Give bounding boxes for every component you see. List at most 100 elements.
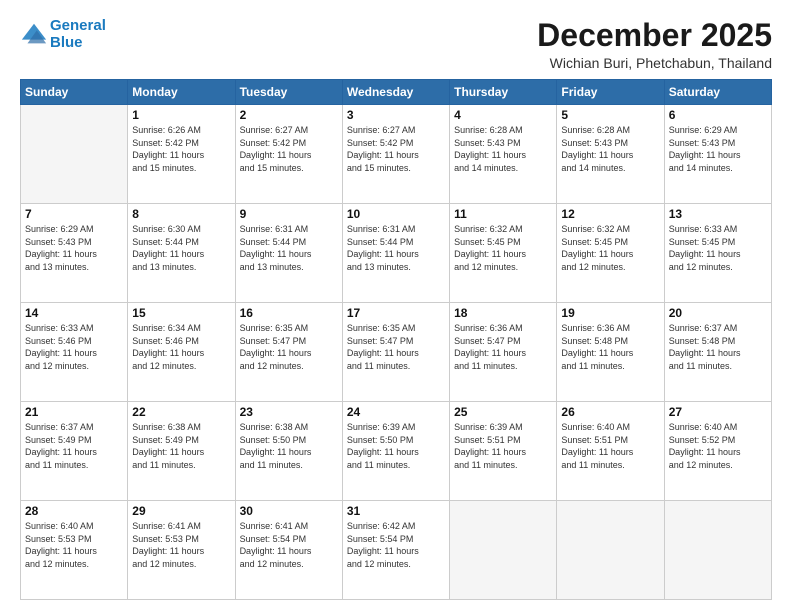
calendar-cell: 11Sunrise: 6:32 AM Sunset: 5:45 PM Dayli…: [450, 204, 557, 303]
calendar-cell: 27Sunrise: 6:40 AM Sunset: 5:52 PM Dayli…: [664, 402, 771, 501]
day-info: Sunrise: 6:33 AM Sunset: 5:45 PM Dayligh…: [669, 223, 767, 273]
day-info: Sunrise: 6:32 AM Sunset: 5:45 PM Dayligh…: [561, 223, 659, 273]
day-info: Sunrise: 6:39 AM Sunset: 5:51 PM Dayligh…: [454, 421, 552, 471]
day-number: 28: [25, 504, 123, 518]
calendar-cell: 18 Sunrise: 6:36 AM Sunset: 5:47 PM Dayli…: [450, 303, 557, 402]
calendar-cell: 21 Sunrise: 6:37 AM Sunset: 5:49 PM Dayli…: [21, 402, 128, 501]
day-number: 26: [561, 405, 659, 419]
day-info: Sunrise: 6:27 AM Sunset: 5:42 PM Dayligh…: [240, 124, 338, 174]
day-number: 25: [454, 405, 552, 419]
day-info: Sunrise: 6:26 AM Sunset: 5:42 PM Dayligh…: [132, 124, 230, 174]
day-number: 8: [132, 207, 230, 221]
day-number: 9: [240, 207, 338, 221]
day-info: Sunrise: 6:38 AM Sunset: 5:50 PM Dayligh…: [240, 421, 338, 471]
day-number: 13: [669, 207, 767, 221]
day-number: 4: [454, 108, 552, 122]
day-number: 7: [25, 207, 123, 221]
calendar-cell: [450, 501, 557, 600]
day-number: 24: [347, 405, 445, 419]
day-info: Sunrise: 6:29 AM Sunset: 5:43 PM Dayligh…: [25, 223, 123, 273]
day-number: 19: [561, 306, 659, 320]
calendar-cell: 24Sunrise: 6:39 AM Sunset: 5:50 PM Dayli…: [342, 402, 449, 501]
calendar-cell: 12 Sunrise: 6:32 AM Sunset: 5:45 PM Dayli…: [557, 204, 664, 303]
calendar-cell: 15 Sunrise: 6:34 AM Sunset: 5:46 PM Dayli…: [128, 303, 235, 402]
day-info: Sunrise: 6:30 AM Sunset: 5:44 PM Dayligh…: [132, 223, 230, 273]
calendar-cell: 22 Sunrise: 6:38 AM Sunset: 5:49 PM Dayli…: [128, 402, 235, 501]
day-number: 18: [454, 306, 552, 320]
day-info: Sunrise: 6:28 AM Sunset: 5:43 PM Dayligh…: [454, 124, 552, 174]
calendar-cell: 31 Sunrise: 6:42 AM Sunset: 5:54 PM Dayli…: [342, 501, 449, 600]
day-info: Sunrise: 6:41 AM Sunset: 5:53 PM Dayligh…: [132, 520, 230, 570]
day-number: 14: [25, 306, 123, 320]
day-info: Sunrise: 6:33 AM Sunset: 5:46 PM Dayligh…: [25, 322, 123, 372]
day-of-week-header: Friday: [557, 80, 664, 105]
logo-general: General: [50, 17, 106, 34]
day-info: Sunrise: 6:38 AM Sunset: 5:49 PM Dayligh…: [132, 421, 230, 471]
calendar-cell: 3Sunrise: 6:27 AM Sunset: 5:42 PM Daylig…: [342, 105, 449, 204]
day-info: Sunrise: 6:35 AM Sunset: 5:47 PM Dayligh…: [240, 322, 338, 372]
day-number: 11: [454, 207, 552, 221]
day-info: Sunrise: 6:41 AM Sunset: 5:54 PM Dayligh…: [240, 520, 338, 570]
title-block: December 2025 Wichian Buri, Phetchabun, …: [537, 18, 772, 71]
day-of-week-header: Sunday: [21, 80, 128, 105]
calendar-cell: [664, 501, 771, 600]
day-info: Sunrise: 6:36 AM Sunset: 5:47 PM Dayligh…: [454, 322, 552, 372]
calendar: SundayMondayTuesdayWednesdayThursdayFrid…: [20, 79, 772, 600]
day-of-week-header: Monday: [128, 80, 235, 105]
day-of-week-header: Saturday: [664, 80, 771, 105]
day-info: Sunrise: 6:42 AM Sunset: 5:54 PM Dayligh…: [347, 520, 445, 570]
calendar-cell: 9 Sunrise: 6:31 AM Sunset: 5:44 PM Daylig…: [235, 204, 342, 303]
day-info: Sunrise: 6:37 AM Sunset: 5:49 PM Dayligh…: [25, 421, 123, 471]
logo: General Blue: [20, 18, 106, 51]
calendar-cell: 25 Sunrise: 6:39 AM Sunset: 5:51 PM Dayli…: [450, 402, 557, 501]
calendar-cell: 20Sunrise: 6:37 AM Sunset: 5:48 PM Dayli…: [664, 303, 771, 402]
day-of-week-header: Wednesday: [342, 80, 449, 105]
calendar-cell: [21, 105, 128, 204]
day-number: 21: [25, 405, 123, 419]
calendar-cell: 2 Sunrise: 6:27 AM Sunset: 5:42 PM Daylig…: [235, 105, 342, 204]
calendar-cell: 10Sunrise: 6:31 AM Sunset: 5:44 PM Dayli…: [342, 204, 449, 303]
day-info: Sunrise: 6:28 AM Sunset: 5:43 PM Dayligh…: [561, 124, 659, 174]
calendar-week-row: 7 Sunrise: 6:29 AM Sunset: 5:43 PM Daylig…: [21, 204, 772, 303]
day-info: Sunrise: 6:27 AM Sunset: 5:42 PM Dayligh…: [347, 124, 445, 174]
calendar-cell: 19Sunrise: 6:36 AM Sunset: 5:48 PM Dayli…: [557, 303, 664, 402]
day-number: 12: [561, 207, 659, 221]
calendar-cell: 17Sunrise: 6:35 AM Sunset: 5:47 PM Dayli…: [342, 303, 449, 402]
page: General Blue December 2025 Wichian Buri,…: [0, 0, 792, 612]
day-number: 31: [347, 504, 445, 518]
day-info: Sunrise: 6:40 AM Sunset: 5:53 PM Dayligh…: [25, 520, 123, 570]
day-of-week-header: Tuesday: [235, 80, 342, 105]
calendar-week-row: 28 Sunrise: 6:40 AM Sunset: 5:53 PM Dayli…: [21, 501, 772, 600]
calendar-cell: 28 Sunrise: 6:40 AM Sunset: 5:53 PM Dayli…: [21, 501, 128, 600]
day-number: 1: [132, 108, 230, 122]
day-number: 15: [132, 306, 230, 320]
day-of-week-header: Thursday: [450, 80, 557, 105]
calendar-cell: 16 Sunrise: 6:35 AM Sunset: 5:47 PM Dayli…: [235, 303, 342, 402]
calendar-cell: 29 Sunrise: 6:41 AM Sunset: 5:53 PM Dayli…: [128, 501, 235, 600]
calendar-header-row: SundayMondayTuesdayWednesdayThursdayFrid…: [21, 80, 772, 105]
calendar-cell: 6Sunrise: 6:29 AM Sunset: 5:43 PM Daylig…: [664, 105, 771, 204]
day-info: Sunrise: 6:40 AM Sunset: 5:52 PM Dayligh…: [669, 421, 767, 471]
calendar-cell: 26 Sunrise: 6:40 AM Sunset: 5:51 PM Dayli…: [557, 402, 664, 501]
calendar-week-row: 1 Sunrise: 6:26 AM Sunset: 5:42 PM Daylig…: [21, 105, 772, 204]
day-info: Sunrise: 6:40 AM Sunset: 5:51 PM Dayligh…: [561, 421, 659, 471]
day-number: 2: [240, 108, 338, 122]
calendar-cell: 5Sunrise: 6:28 AM Sunset: 5:43 PM Daylig…: [557, 105, 664, 204]
location: Wichian Buri, Phetchabun, Thailand: [537, 55, 772, 71]
day-number: 29: [132, 504, 230, 518]
calendar-cell: 30Sunrise: 6:41 AM Sunset: 5:54 PM Dayli…: [235, 501, 342, 600]
day-info: Sunrise: 6:31 AM Sunset: 5:44 PM Dayligh…: [240, 223, 338, 273]
general-blue-logo-icon: [20, 21, 48, 49]
day-info: Sunrise: 6:37 AM Sunset: 5:48 PM Dayligh…: [669, 322, 767, 372]
day-number: 23: [240, 405, 338, 419]
logo-text: General Blue: [50, 18, 106, 51]
day-info: Sunrise: 6:34 AM Sunset: 5:46 PM Dayligh…: [132, 322, 230, 372]
calendar-cell: 4 Sunrise: 6:28 AM Sunset: 5:43 PM Daylig…: [450, 105, 557, 204]
calendar-week-row: 21 Sunrise: 6:37 AM Sunset: 5:49 PM Dayli…: [21, 402, 772, 501]
day-number: 22: [132, 405, 230, 419]
day-number: 10: [347, 207, 445, 221]
calendar-cell: [557, 501, 664, 600]
day-number: 16: [240, 306, 338, 320]
month-title: December 2025: [537, 18, 772, 53]
calendar-week-row: 14 Sunrise: 6:33 AM Sunset: 5:46 PM Dayli…: [21, 303, 772, 402]
